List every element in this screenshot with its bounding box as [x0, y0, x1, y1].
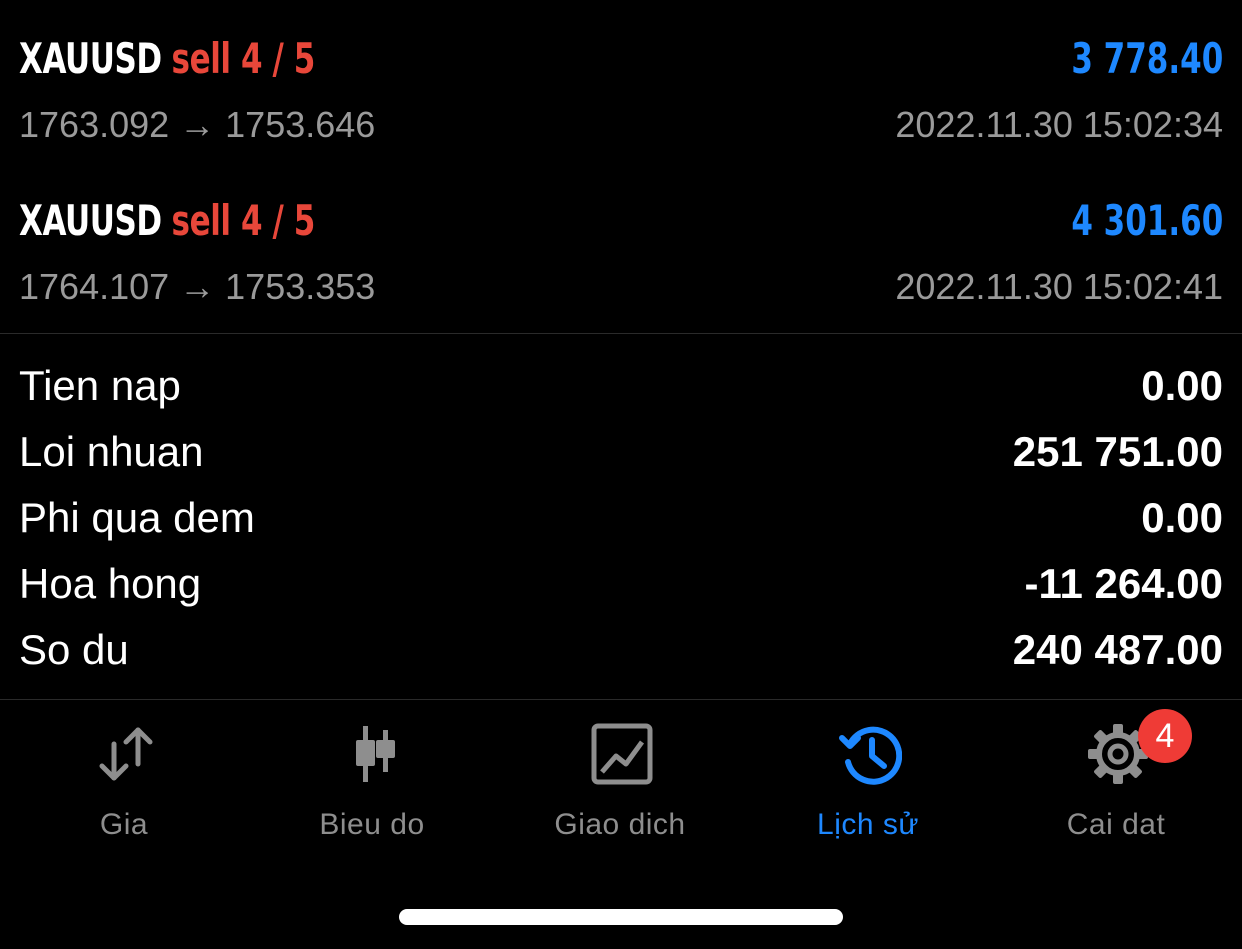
deal-title: XAUUSD sell 4 / 5 — [19, 196, 315, 245]
trade-chart-icon — [591, 723, 653, 785]
summary-label: Hoa hong — [19, 560, 202, 607]
tab-history[interactable]: Lịch sử — [744, 700, 992, 860]
deal-row[interactable]: XAUUSD sell 4 / 5 4 301.60 1764.107 → 175… — [0, 162, 1242, 324]
summary-row-swap: Phi qua dem 0.00 — [0, 486, 1242, 552]
summary-label: Loi nhuan — [19, 428, 204, 475]
settings-notification-badge: 4 — [1138, 709, 1192, 763]
history-clock-icon — [839, 726, 902, 785]
summary-value: 0.00 — [1141, 494, 1223, 541]
tab-label: Gia — [99, 808, 149, 841]
deal-title: XAUUSD sell 4 / 5 — [19, 34, 315, 83]
summary-label: Phi qua dem — [19, 494, 255, 541]
home-indicator[interactable] — [399, 909, 843, 925]
tab-label: Bieu do — [319, 808, 425, 841]
deal-symbol: XAUUSD — [19, 34, 162, 83]
summary-label: So du — [19, 626, 129, 673]
tab-settings[interactable]: Cai dat — [992, 700, 1240, 860]
summary-value: 251 751.00 — [1012, 428, 1223, 475]
deal-profit: 3 778.40 — [1071, 34, 1223, 83]
deal-side: sell 4 / 5 — [171, 34, 316, 83]
summary-value: 0.00 — [1141, 362, 1223, 409]
deal-prices: 1763.092 → 1753.646 — [19, 104, 376, 145]
summary-row-commission: Hoa hong -11 264.00 — [0, 552, 1242, 618]
summary-row-profit: Loi nhuan 251 751.00 — [0, 420, 1242, 486]
arrows-up-down-icon — [99, 727, 153, 781]
tab-label: Giao dich — [554, 808, 686, 841]
tab-label: Cai dat — [1066, 808, 1166, 841]
summary-row-balance: So du 240 487.00 — [0, 618, 1242, 684]
deal-time: 2022.11.30 15:02:34 — [895, 104, 1223, 145]
deal-profit: 4 301.60 — [1071, 196, 1223, 245]
summary-value: 240 487.00 — [1012, 626, 1223, 673]
deal-side: sell 4 / 5 — [171, 196, 316, 245]
deal-row[interactable]: XAUUSD sell 4 / 5 3 778.40 1763.092 → 175… — [0, 0, 1242, 162]
section-divider — [0, 333, 1242, 334]
tab-quotes[interactable]: Gia — [0, 700, 248, 860]
deal-time: 2022.11.30 15:02:41 — [895, 266, 1223, 307]
candlestick-icon — [356, 726, 395, 782]
deal-prices: 1764.107 → 1753.353 — [19, 266, 376, 307]
tab-bar: Gia Bieu do Giao dich Lịch sử Cai dat — [0, 700, 1242, 880]
summary-value: -11 264.00 — [1024, 560, 1223, 607]
tab-trade[interactable]: Giao dich — [496, 700, 744, 860]
tab-label: Lịch sử — [817, 808, 919, 841]
tab-chart[interactable]: Bieu do — [248, 700, 496, 860]
summary-row-deposit: Tien nap 0.00 — [0, 354, 1242, 420]
summary-label: Tien nap — [19, 362, 181, 409]
deal-symbol: XAUUSD — [19, 196, 162, 245]
